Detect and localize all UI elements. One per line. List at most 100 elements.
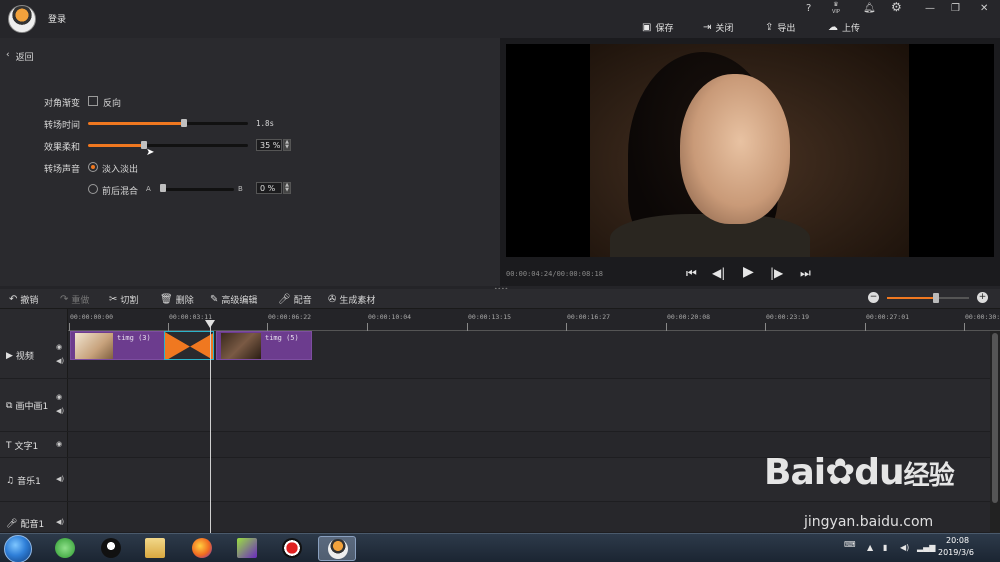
battery-icon[interactable]: ▮ [883, 543, 887, 552]
exit-icon: ⇥ [703, 21, 712, 33]
taskbar-app-recorder[interactable] [273, 536, 311, 561]
record-icon [282, 538, 302, 558]
video-clip[interactable]: timg (3) [70, 331, 166, 360]
reverse-checkbox[interactable] [88, 96, 98, 106]
export-icon: ⇪ [765, 21, 774, 33]
step-forward-icon[interactable]: |▶ [770, 266, 783, 280]
app-window: 登录 ? ♛ VIP 🔔︎ ⚙ — ❐ ✕ ▣ 保存 ⇥ 关闭 ⇪ 导出 ☁ 上传… [0, 0, 1000, 562]
mic-icon: 🎤︎ [278, 294, 291, 305]
speaker-icon[interactable]: ◀) [56, 357, 64, 365]
dub-track-name: 🎤︎ 配音1 [6, 517, 44, 531]
eye-icon[interactable]: ◉ [56, 393, 62, 401]
mix-a-label: A [146, 185, 151, 193]
speaker-icon[interactable]: ◀) [56, 475, 64, 483]
volume-icon[interactable]: ◀) [900, 543, 909, 552]
transition-time-fill [88, 122, 184, 125]
bell-icon[interactable]: 🔔︎ [863, 3, 876, 14]
vip-label: VIP [832, 9, 840, 15]
preview-video[interactable] [506, 44, 994, 257]
skip-end-icon[interactable]: ⏭ [800, 266, 811, 281]
text-track-header: T 文字1 ◉ [0, 432, 68, 458]
taskbar-app-qq[interactable] [92, 536, 130, 561]
music-track-header: ♫ 音乐1 ◀) [0, 458, 68, 502]
advanced-edit-button[interactable]: ✎ 高级编辑 [210, 293, 257, 306]
qq-icon [101, 538, 121, 558]
export-button[interactable]: ⇪ 导出 [765, 20, 795, 34]
back-button[interactable]: ‹ 返回 [6, 50, 34, 63]
dub-track-header: 🎤︎ 配音1 ◀) [0, 502, 68, 533]
taskbar-app-player[interactable] [228, 536, 266, 561]
zoom-in-icon[interactable]: + [977, 292, 988, 303]
app-360-icon [55, 538, 75, 558]
effect-softness-input[interactable]: 35 % [256, 139, 282, 151]
eye-icon[interactable]: ◉ [56, 440, 62, 448]
upload-button[interactable]: ☁ 上传 [828, 20, 860, 34]
pip-track[interactable] [68, 379, 990, 432]
save-button[interactable]: ▣ 保存 [642, 20, 673, 34]
transition-block[interactable] [164, 331, 214, 360]
transition-time-thumb[interactable] [181, 119, 187, 127]
gear-icon[interactable]: ⚙ [891, 0, 902, 14]
question-icon[interactable]: ? [806, 3, 811, 14]
effect-softness-spinner[interactable]: ▲ ▼ [283, 139, 291, 151]
minimize-icon[interactable]: — [925, 3, 935, 14]
speaker-icon[interactable]: ◀) [56, 407, 64, 415]
dub-button[interactable]: 🎤︎ 配音 [278, 293, 312, 306]
video-track-header: ▶ 视频 ◉ ◀) [0, 331, 68, 379]
speaker-icon[interactable]: ◀) [56, 518, 64, 526]
paw-icon: ✿ [825, 452, 855, 493]
step-back-icon[interactable]: ◀| [712, 266, 725, 280]
ruler-label: 00:00:06:22 [268, 313, 312, 321]
diagonal-gradient-label: 对角渐变 [43, 99, 80, 109]
ruler-tick [168, 323, 169, 331]
video-clip[interactable]: timg (5) [216, 331, 312, 360]
ruler-label: 00:00:00:00 [70, 313, 114, 321]
mix-thumb[interactable] [160, 184, 166, 192]
taskbar-app-360[interactable] [46, 536, 84, 561]
undo-button[interactable]: ↶ 撤销 [9, 293, 38, 306]
editor-app-icon [328, 539, 348, 559]
taskbar-app-firefox[interactable] [183, 536, 221, 561]
network-icon[interactable]: ▂▄▆ [917, 543, 935, 552]
mix-spinner[interactable]: ▲ ▼ [283, 182, 291, 194]
folder-icon [145, 538, 165, 558]
close-icon[interactable]: ✕ [980, 3, 988, 14]
close-project-button[interactable]: ⇥ 关闭 [703, 20, 733, 34]
undo-icon: ↶ [9, 294, 18, 305]
taskbar-app-editor[interactable] [318, 536, 356, 561]
playback-time: 00:00:04:24/00:00:08:18 [506, 270, 603, 278]
vip-icon[interactable]: ♛ VIP [832, 1, 840, 15]
text-icon: T [6, 440, 12, 451]
advanced-edit-label: 高级编辑 [221, 296, 258, 306]
redo-button[interactable]: ↷ 重做 [60, 293, 89, 306]
eye-icon[interactable]: ◉ [56, 343, 62, 351]
playhead-line[interactable] [210, 322, 211, 533]
portrait-shoulder [610, 214, 810, 257]
generate-button[interactable]: ✇ 生成素材 [328, 293, 375, 306]
mix-radio[interactable] [88, 184, 98, 194]
start-button[interactable] [4, 535, 32, 562]
zoom-thumb[interactable] [933, 293, 940, 303]
mix-input[interactable]: 0 % [256, 182, 282, 194]
zoom-out-icon[interactable]: − [868, 292, 879, 303]
play-icon[interactable]: ▶ [743, 264, 754, 280]
login-link[interactable]: 登录 [48, 12, 66, 25]
clock-time[interactable]: 20:08 [946, 536, 969, 545]
split-button[interactable]: ✂ 切割 [109, 293, 138, 306]
skip-start-icon[interactable]: ⏮ [686, 266, 697, 281]
clock-date[interactable]: 2019/3/6 [938, 548, 974, 557]
taskbar-app-explorer[interactable] [136, 536, 174, 561]
chevron-left-icon: ‹ [6, 50, 10, 60]
playhead-handle[interactable] [205, 320, 215, 328]
transition-time-label: 转场时间 [43, 121, 80, 131]
dub-label: 配音 [293, 296, 312, 306]
mouse-cursor-icon: ➤ [146, 147, 155, 158]
keyboard-icon[interactable]: ⌨ [844, 540, 856, 549]
delete-button[interactable]: 🗑︎ 删除 [160, 293, 194, 306]
tray-expand-icon[interactable]: ▲ [867, 543, 873, 552]
fade-radio[interactable] [88, 162, 98, 172]
track-label: 视频 [15, 352, 34, 362]
mix-slider[interactable] [160, 188, 234, 191]
maximize-icon[interactable]: ❐ [951, 3, 960, 14]
ruler-label: 00:00:20:08 [667, 313, 711, 321]
